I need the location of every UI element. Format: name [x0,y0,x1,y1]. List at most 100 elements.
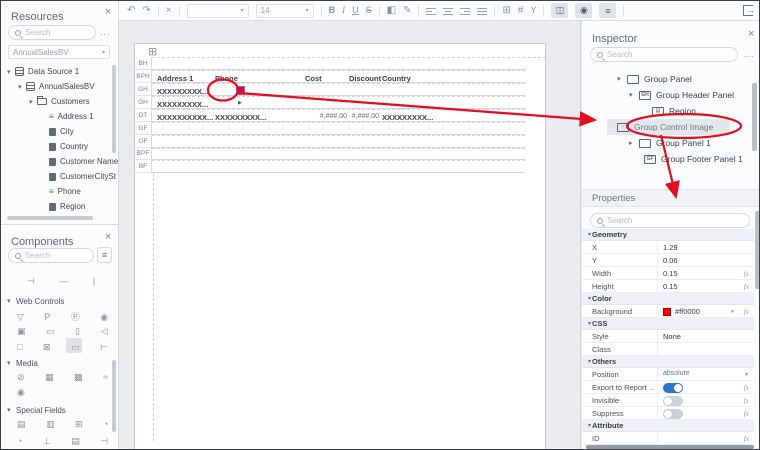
fx-button[interactable]: fx [744,269,749,278]
band-label-gh2[interactable]: GH [135,96,152,109]
tree-item-customercityst[interactable]: CustomerCitySt [5,169,111,184]
align-right-icon[interactable] [460,7,470,15]
inspector-tree-scrollbar[interactable] [752,83,757,151]
properties-horizontal-scrollbar[interactable] [586,445,754,449]
fx-button[interactable]: fx [744,307,749,316]
media-icon-row-2[interactable]: ◉ [17,387,34,398]
band-label-dt[interactable]: DT [135,109,152,122]
inspector-item-group-panel-1[interactable]: ▸Group Panel 1 [582,135,754,151]
font-family-select[interactable]: ▾ [187,4,249,18]
fill-color-icon[interactable]: ◧ [387,6,396,16]
resources-search[interactable] [8,25,96,40]
tree-item-data-source-1[interactable]: ▾Data Source 1 [5,64,111,79]
report-page[interactable]: ⊞ BH BPH GH GH DT GF GF BPF BF Address 1… [134,43,546,450]
fx-button[interactable]: fx [744,409,749,418]
band-bh[interactable] [152,57,525,70]
section-web-controls[interactable]: ▾Web Controls [7,294,64,308]
inspector-item-group-control-image[interactable]: ▫Group Control Image [607,119,730,135]
section-geometry[interactable]: ▾Geometry [582,229,754,241]
font-size-select[interactable]: 14▾ [256,4,314,18]
invisible-toggle[interactable] [663,396,683,406]
exit-designer-icon[interactable] [743,5,753,16]
resources-close-icon[interactable]: × [105,6,111,18]
tree-item-address-1[interactable]: ≡Address 1 [5,109,111,124]
resources-search-input[interactable] [25,28,89,37]
color-swatch[interactable] [663,308,671,316]
column-header[interactable]: Address 1 [157,74,193,83]
section-color[interactable]: ▾Color [582,293,754,305]
web-controls-icon-row-2[interactable]: ▣ ▭ ▯ ◁ ⌂ [17,326,119,337]
suppress-toggle[interactable] [663,409,683,419]
tree-item-country[interactable]: Country [5,139,111,154]
components-vertical-scrollbar[interactable] [112,360,116,432]
band-bpf[interactable] [152,148,525,160]
undo-icon[interactable]: ↶ [127,6,135,16]
web-controls-icon-row-3[interactable]: □ ⊠ ▭ ⊢ [17,342,117,353]
group-control-image[interactable] [236,86,245,95]
web-controls-icon-row-1[interactable]: ▽ P Ⓟ ◉ ◎ [17,310,119,323]
align-justify-icon[interactable] [477,7,487,15]
inspector-search-input[interactable] [607,50,731,59]
inspector-more-icon[interactable]: ... [744,49,755,59]
filter-icon[interactable]: Y [530,6,536,15]
section-css[interactable]: ▾CSS [582,318,754,330]
design-canvas[interactable]: ⊞ BH BPH GH GH DT GF GF BPF BF Address 1… [119,21,581,450]
export-to-report-toggle[interactable] [663,383,683,393]
tree-item-customers[interactable]: ▾Customers [5,94,111,109]
align-left-icon[interactable] [426,7,436,15]
fx-button[interactable]: fx [744,282,749,291]
components-menu-icon[interactable]: ≡ [97,247,112,263]
grid-options-icon[interactable]: # [518,6,524,16]
bold-button[interactable]: B [329,6,336,15]
components-close-icon[interactable]: × [105,231,111,243]
column-header[interactable]: Phone [215,74,238,83]
inspector-item-group-footer-panel-1[interactable]: GFGroup Footer Panel 1 [582,151,754,167]
tree-item-city[interactable]: City [5,124,111,139]
media-icon-row-1[interactable]: ⊘ ▦ ▩ ≈ ◎ [17,372,119,383]
inspector-close-icon[interactable]: × [748,28,754,40]
band-label-bf[interactable]: BF [135,160,152,173]
italic-button[interactable]: I [342,6,345,15]
tree-item-phone[interactable]: ≡Phone [5,184,111,199]
band-label-bh[interactable]: BH [135,57,152,70]
special-fields-icon-row-1[interactable]: ▤ ▥ ⊞ ◔ ⊡ [17,419,119,430]
column-header[interactable]: Country [382,74,411,83]
properties-vertical-scrollbar[interactable] [755,211,760,289]
band-label-bph[interactable]: BPH [135,70,152,83]
components-search[interactable] [8,248,94,263]
fx-button[interactable]: fx [744,396,749,405]
resources-vertical-scrollbar[interactable] [112,65,116,153]
band-label-gh1[interactable]: GH [135,83,152,96]
dataset-select[interactable]: AnnualSalesBV ▾ [8,45,110,59]
tree-item-customer-name[interactable]: Customer Name [5,154,111,169]
section-others[interactable]: ▾Others [582,356,754,368]
resources-more-icon[interactable]: ... [100,27,111,37]
band-label-gf2[interactable]: GF [135,135,152,148]
band-gf2[interactable] [152,135,525,148]
section-attribute[interactable]: ▾Attribute [582,420,754,432]
inspector-item-group-panel[interactable]: ▾Group Panel [582,71,754,87]
toggle-components-panel-icon[interactable]: ◫ [551,3,568,18]
resources-horizontal-scrollbar[interactable] [7,216,93,220]
inspector-item-group-header-panel[interactable]: ▾GHGroup Header Panel [582,87,754,103]
section-special-fields[interactable]: ▾Special Fields [7,403,66,417]
band-label-gf1[interactable]: GF [135,122,152,135]
toggle-preview-icon[interactable]: ◉ [575,3,592,18]
detail-field[interactable]: XXXXXXXXXX... [157,113,213,122]
tree-item-annualsalesbv[interactable]: ▾AnnualSalesBV [5,79,111,94]
band-gh2[interactable]: XXXXXXXXX... ▶ [152,96,525,109]
band-gh1[interactable]: XXXXXXXXX... [152,83,525,96]
underline-button[interactable]: U [352,6,359,15]
pen-color-icon[interactable]: ✎ [403,6,411,16]
section-media[interactable]: ▾Media [7,356,38,370]
strikethrough-button[interactable]: S [366,6,372,15]
column-header[interactable]: Cost [305,74,322,83]
band-bf[interactable] [152,160,525,173]
fx-button[interactable]: fx [744,434,749,443]
band-bph[interactable]: Address 1 Phone Cost Discount Country [152,70,525,83]
inspector-item-region[interactable]: ▤Region [582,103,754,119]
band-label-bpf[interactable]: BPF [135,148,152,160]
special-fields-icon-row-2[interactable]: ◔ ⊥ ▤ ⊣ ▥ [17,436,119,447]
component-palette-row[interactable]: ⊣ — | [27,276,106,287]
column-header[interactable]: Discount [349,74,381,83]
